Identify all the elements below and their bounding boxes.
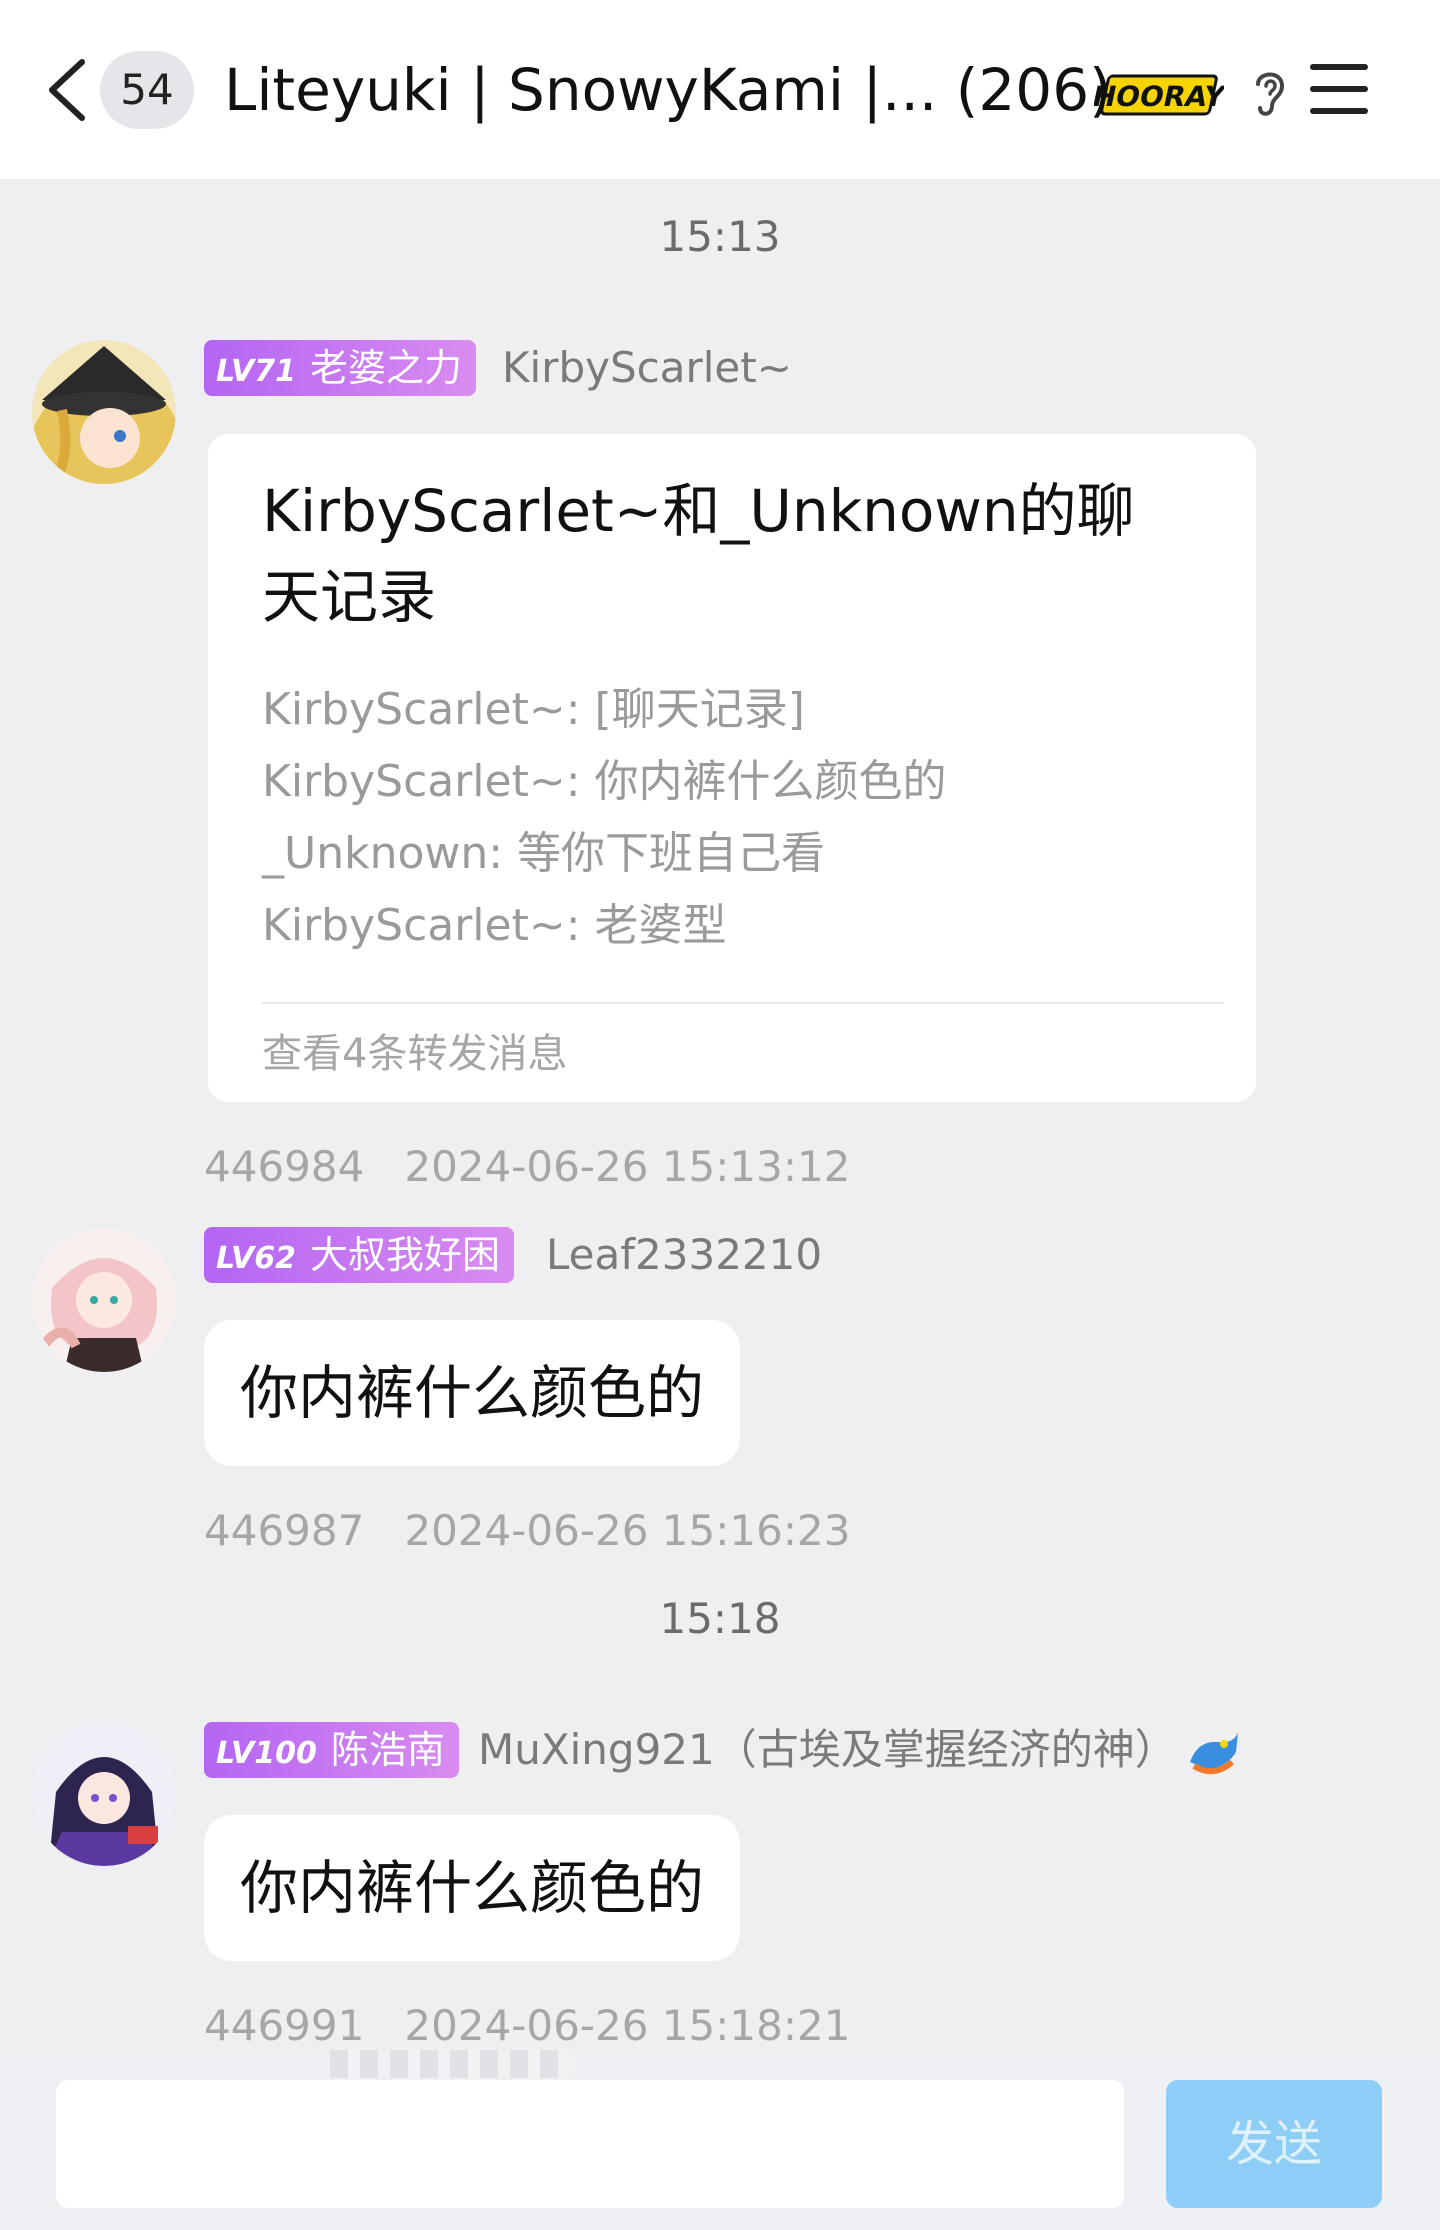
chat-header: 54 Liteyuki | SnowyKami |... (206) HOORA… [0, 0, 1440, 179]
message-timestamp: 2024-06-26 15:18:21 [404, 2001, 851, 2050]
member-title: 陈浩南 [330, 1728, 445, 1772]
level-badge: LV100 陈浩南 [204, 1722, 459, 1778]
message-timestamp: 2024-06-26 15:16:23 [404, 1506, 851, 1555]
avatar[interactable] [32, 1228, 176, 1372]
ear-icon[interactable] [1248, 64, 1292, 120]
forwarded-preview-line: KirbyScarlet~: 老婆型 [262, 900, 727, 951]
level-badge: LV71 老婆之力 [204, 340, 476, 396]
input-bar: 发送 [0, 2056, 1440, 2230]
member-title: 老婆之力 [309, 346, 462, 390]
sender-name[interactable]: KirbyScarlet~ [502, 340, 792, 396]
forwarded-preview-line: _Unknown: 等你下班自己看 [262, 828, 826, 879]
level-number: LV62 [216, 1241, 296, 1276]
view-forwarded-link[interactable]: 查看4条转发消息 [262, 1024, 567, 1084]
menu-icon[interactable] [1308, 60, 1370, 118]
forwarded-preview-list: KirbyScarlet~: [聊天记录] KirbyScarlet~: 你内裤… [262, 674, 1202, 962]
message-meta: 446991 2024-06-26 15:18:21 [204, 2001, 850, 2050]
message-bubble[interactable]: 你内裤什么颜色的 [204, 1320, 741, 1466]
avatar[interactable] [32, 1722, 176, 1866]
level-number: LV100 [216, 1736, 317, 1771]
message-timestamp: 2024-06-26 15:13:12 [404, 1142, 851, 1191]
dragon-badge-icon [1190, 1732, 1238, 1775]
forwarded-preview-line: KirbyScarlet~: [聊天记录] [262, 684, 805, 735]
card-divider [262, 1002, 1224, 1004]
message-id: 446984 [204, 1142, 365, 1191]
sender-name[interactable]: MuXing921（古埃及掌握经济的神） [478, 1722, 1177, 1778]
svg-text:HOORAY: HOORAY [1094, 80, 1224, 113]
unread-count-badge[interactable]: 54 [100, 51, 194, 129]
message-input[interactable] [56, 2080, 1124, 2208]
group-title[interactable]: Liteyuki | SnowyKami |... (206) [224, 50, 1112, 130]
message-meta: 446984 2024-06-26 15:13:12 [204, 1142, 850, 1191]
message-id: 446991 [204, 2001, 365, 2050]
message-meta: 446987 2024-06-26 15:16:23 [204, 1506, 850, 1555]
message-id: 446987 [204, 1506, 365, 1555]
member-title: 大叔我好困 [309, 1233, 500, 1277]
hooray-badge-icon: HOORAY [1094, 74, 1224, 116]
sender-name[interactable]: Leaf2332210 [546, 1227, 822, 1283]
forwarded-chat-card[interactable]: KirbyScarlet~和_Unknown的聊天记录 KirbyScarlet… [208, 434, 1256, 1102]
time-divider: 15:13 [659, 212, 781, 261]
send-button[interactable]: 发送 [1166, 2080, 1382, 2208]
message-bubble[interactable]: 你内裤什么颜色的 [204, 1815, 741, 1961]
forwarded-card-title: KirbyScarlet~和_Unknown的聊天记录 [262, 477, 1135, 631]
blurred-overlay [330, 2050, 570, 2078]
time-divider: 15:18 [659, 1594, 781, 1643]
level-number: LV71 [216, 354, 296, 389]
forwarded-preview-line: KirbyScarlet~: 你内裤什么颜色的 [262, 756, 947, 807]
level-badge: LV62 大叔我好困 [204, 1227, 514, 1283]
avatar[interactable] [32, 340, 176, 484]
back-arrow-icon[interactable] [44, 56, 88, 124]
